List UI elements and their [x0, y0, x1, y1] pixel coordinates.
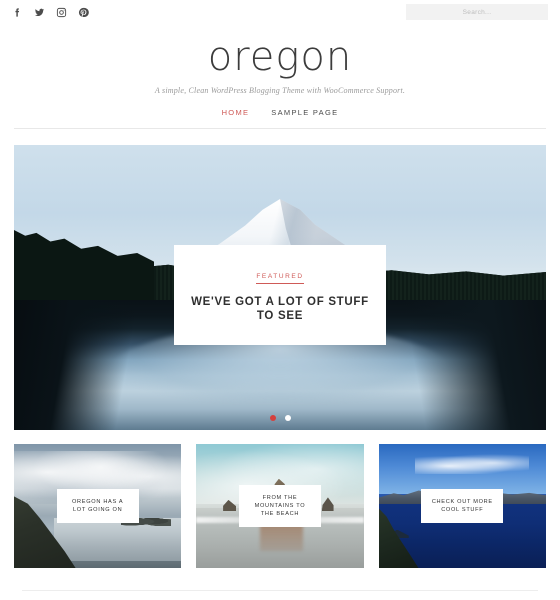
- card-check-out-more-cool-stuff[interactable]: CHECK OUT MORE COOL STUFF: [378, 444, 546, 568]
- masthead: oregon A simple, Clean WordPress Bloggin…: [0, 24, 560, 95]
- facebook-icon[interactable]: [12, 7, 23, 18]
- card-3-clouds: [415, 453, 530, 474]
- search-input[interactable]: [406, 3, 548, 21]
- hero-lake-shadow-right: [376, 300, 546, 430]
- featured-card-grid: OREGON HAS A LOT GOING ON FROM THE MOUNT…: [14, 444, 546, 568]
- search-box[interactable]: [406, 3, 548, 21]
- hero-caption-card: FEATURED WE'VE GOT A LOT OF STUFF TO SEE: [174, 245, 386, 345]
- card-from-the-mountains-to-the-beach[interactable]: FROM THE MOUNTAINS TO THE BEACH: [196, 444, 364, 568]
- top-bar: [0, 0, 560, 24]
- hero-lake-shadow-left: [14, 300, 164, 430]
- hero-heading[interactable]: WE'VE GOT A LOT OF STUFF TO SEE: [188, 295, 372, 323]
- main-navigation: HOME SAMPLE PAGE: [0, 95, 560, 128]
- social-links: [12, 7, 89, 18]
- pinterest-icon[interactable]: [78, 7, 89, 18]
- site-tagline: A simple, Clean WordPress Blogging Theme…: [154, 86, 406, 95]
- hero-slider[interactable]: FEATURED WE'VE GOT A LOT OF STUFF TO SEE: [14, 145, 546, 430]
- twitter-icon[interactable]: [34, 7, 45, 18]
- card-oregon-has-a-lot-going-on[interactable]: OREGON HAS A LOT GOING ON: [14, 444, 182, 568]
- card-3-caption[interactable]: CHECK OUT MORE COOL STUFF: [421, 489, 504, 523]
- card-1-caption[interactable]: OREGON HAS A LOT GOING ON: [56, 489, 139, 523]
- nav-item-home[interactable]: HOME: [222, 108, 250, 117]
- site-title[interactable]: oregon: [0, 35, 560, 79]
- nav-divider: [14, 128, 546, 129]
- slider-dot-1[interactable]: [269, 415, 276, 421]
- featured-badge: FEATURED: [256, 273, 304, 284]
- instagram-icon[interactable]: [56, 7, 67, 18]
- nav-item-sample-page[interactable]: SAMPLE PAGE: [271, 108, 338, 117]
- slider-dots: [14, 415, 546, 421]
- card-2-caption[interactable]: FROM THE MOUNTAINS TO THE BEACH: [238, 485, 321, 527]
- slider-dot-2[interactable]: [284, 415, 291, 421]
- footer-divider: [22, 590, 538, 591]
